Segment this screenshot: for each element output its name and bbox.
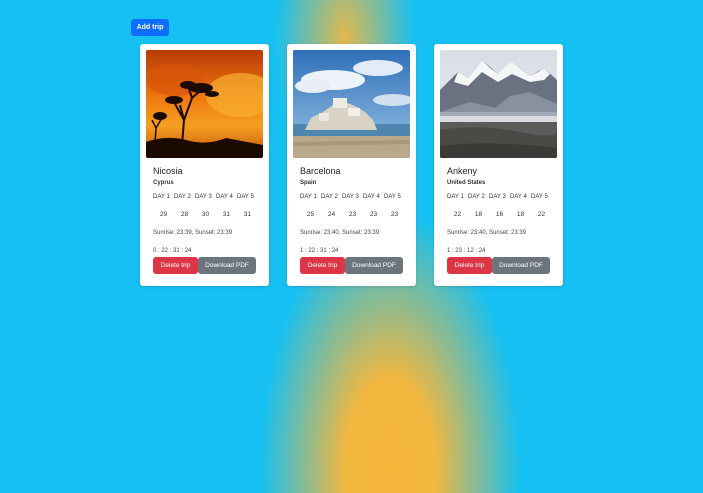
forecast-days: DAY 1 DAY 2 DAY 3 DAY 4 DAY 5 <box>153 194 258 200</box>
forecast-temp: 23 <box>390 211 399 218</box>
trip-card-nicosia: Nicosia Cyprus DAY 1 DAY 2 DAY 3 DAY 4 D… <box>140 44 269 286</box>
delete-trip-button[interactable]: Delete trip <box>300 257 345 274</box>
forecast-day-label: DAY 3 <box>342 194 359 200</box>
forecast-temp: 25 <box>306 211 315 218</box>
forecast-temp: 22 <box>537 211 546 218</box>
forecast-temp: 23 <box>369 211 378 218</box>
forecast-temp: 23 <box>348 211 357 218</box>
add-trip-button[interactable]: Add trip <box>131 19 169 36</box>
trip-city: Ankeny <box>447 166 478 176</box>
forecast-day-label: DAY 2 <box>321 194 338 200</box>
forecast-day-label: DAY 2 <box>468 194 485 200</box>
sunrise-sunset: Sunrise: 23:40, Sunset: 23:39 <box>300 230 380 236</box>
forecast-temp: 18 <box>516 211 525 218</box>
forecast-temp: 31 <box>222 211 231 218</box>
download-pdf-button[interactable]: Download PDF <box>492 257 550 274</box>
forecast-day-label: DAY 1 <box>447 194 464 200</box>
forecast-day-label: DAY 5 <box>531 194 548 200</box>
forecast-day-label: DAY 4 <box>363 194 380 200</box>
forecast-temps: 29 28 30 31 31 <box>153 211 258 218</box>
delete-trip-button[interactable]: Delete trip <box>447 257 492 274</box>
download-pdf-button[interactable]: Download PDF <box>345 257 403 274</box>
forecast-temp: 31 <box>243 211 252 218</box>
sunrise-sunset: Sunrise: 23:40, Sunset: 23:39 <box>447 230 527 236</box>
forecast-days: DAY 1 DAY 2 DAY 3 DAY 4 DAY 5 <box>447 194 552 200</box>
trip-countdown: 0 : 22 : 31 : 24 <box>153 248 192 254</box>
download-pdf-button[interactable]: Download PDF <box>198 257 256 274</box>
trip-country: Spain <box>300 180 317 186</box>
trip-city: Nicosia <box>153 166 183 176</box>
forecast-temps: 25 24 23 23 23 <box>300 211 405 218</box>
trip-country: Cyprus <box>153 180 174 186</box>
forecast-temp: 16 <box>495 211 504 218</box>
forecast-day-label: DAY 1 <box>153 194 170 200</box>
forecast-day-label: DAY 5 <box>237 194 254 200</box>
delete-trip-button[interactable]: Delete trip <box>153 257 198 274</box>
forecast-temp: 29 <box>159 211 168 218</box>
sunrise-sunset: Sunrise: 23:39, Sunset: 23:39 <box>153 230 233 236</box>
forecast-temp: 28 <box>180 211 189 218</box>
forecast-day-label: DAY 4 <box>216 194 233 200</box>
forecast-temp: 24 <box>327 211 336 218</box>
forecast-temp: 30 <box>201 211 210 218</box>
forecast-day-label: DAY 2 <box>174 194 191 200</box>
trip-countdown: 1 : 22 : 31 : 24 <box>300 248 339 254</box>
trip-city: Barcelona <box>300 166 341 176</box>
forecast-temp: 22 <box>453 211 462 218</box>
forecast-day-label: DAY 5 <box>384 194 401 200</box>
trip-photo <box>146 50 263 158</box>
forecast-days: DAY 1 DAY 2 DAY 3 DAY 4 DAY 5 <box>300 194 405 200</box>
trip-card-ankeny: Ankeny United States DAY 1 DAY 2 DAY 3 D… <box>434 44 563 286</box>
forecast-day-label: DAY 3 <box>489 194 506 200</box>
forecast-day-label: DAY 4 <box>510 194 527 200</box>
trip-countdown: 1 : 23 : 12 : 24 <box>447 248 486 254</box>
forecast-temps: 22 18 16 18 22 <box>447 211 552 218</box>
trip-photo <box>293 50 410 158</box>
trip-country: United States <box>447 180 486 186</box>
forecast-temp: 18 <box>474 211 483 218</box>
trip-photo <box>440 50 557 158</box>
forecast-day-label: DAY 3 <box>195 194 212 200</box>
trip-card-barcelona: Barcelona Spain DAY 1 DAY 2 DAY 3 DAY 4 … <box>287 44 416 286</box>
forecast-day-label: DAY 1 <box>300 194 317 200</box>
